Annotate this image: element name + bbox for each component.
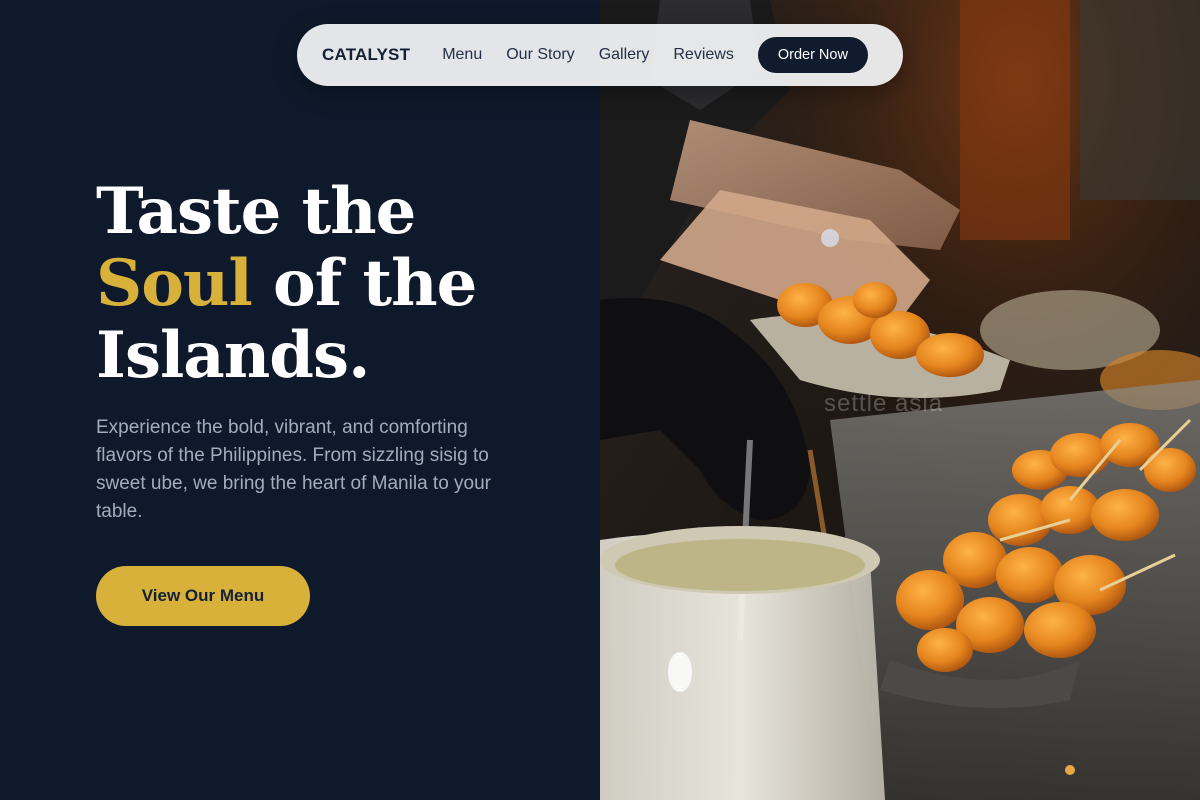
hero-title-accent: Soul bbox=[96, 246, 253, 321]
order-now-button[interactable]: Order Now bbox=[757, 37, 868, 73]
view-menu-button[interactable]: View Our Menu bbox=[96, 566, 310, 626]
hero-subtitle: Experience the bold, vibrant, and comfor… bbox=[96, 417, 492, 522]
hero-left-panel bbox=[0, 0, 600, 800]
hero-title-line-3: Islands. bbox=[96, 318, 370, 393]
photo-watermark: settle asia bbox=[824, 390, 944, 417]
top-navigation: CATALYST Menu Our Story Gallery Reviews … bbox=[297, 24, 903, 86]
nav-link-our-story[interactable]: Our Story bbox=[506, 46, 574, 64]
nav-link-menu[interactable]: Menu bbox=[442, 46, 482, 64]
nav-links: Menu Our Story Gallery Reviews bbox=[442, 46, 758, 64]
nav-link-gallery[interactable]: Gallery bbox=[599, 46, 650, 64]
hero-title-line-2-rest: of the bbox=[251, 246, 477, 321]
landing-page: settle asia CATALYST Menu Our Story Gall… bbox=[0, 0, 1200, 800]
hero-title-line-2: Soul of the bbox=[96, 248, 576, 320]
hero-title: Taste the Soul of the Islands. bbox=[96, 176, 576, 392]
hero-title-line-1: Taste the bbox=[96, 174, 416, 249]
brand-logo[interactable]: CATALYST bbox=[322, 45, 410, 65]
nav-link-reviews[interactable]: Reviews bbox=[673, 46, 733, 64]
